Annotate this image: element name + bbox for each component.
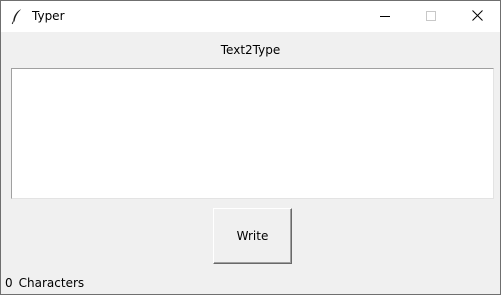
character-count-label: Characters [18, 276, 85, 290]
maximize-button[interactable] [408, 1, 454, 32]
title-bar[interactable]: Typer [1, 1, 500, 32]
write-button-label: Write [236, 229, 269, 243]
write-button[interactable]: Write [213, 208, 292, 264]
minimize-icon [380, 10, 390, 24]
minimize-button[interactable] [362, 1, 408, 32]
close-button[interactable] [454, 1, 500, 32]
text-heading: Text2Type [220, 43, 281, 57]
maximize-icon [426, 10, 436, 24]
typer-window: Typer Text2Type Write 0 Characters [0, 0, 501, 295]
window-title: Typer [32, 9, 65, 23]
feather-icon [10, 8, 24, 25]
character-count: 0 [5, 276, 13, 290]
close-icon [471, 9, 483, 24]
character-count-status: 0 Characters [5, 276, 84, 291]
text-input-area[interactable] [11, 68, 494, 199]
